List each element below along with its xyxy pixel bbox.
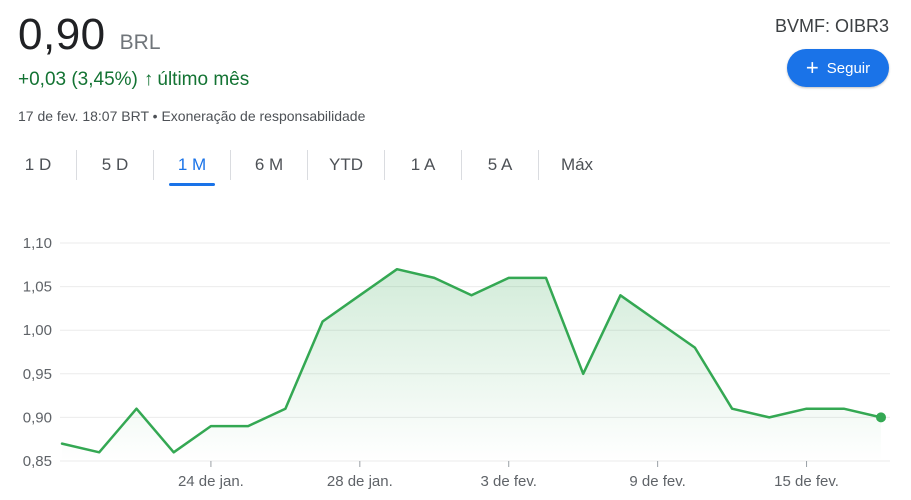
tab-1m[interactable]: 1 M: [154, 146, 230, 184]
y-tick-label: 1,00: [23, 322, 52, 339]
price-area-fill: [62, 269, 881, 461]
x-axis-labels: 24 de jan. 28 de jan. 3 de fev. 9 de fev. 15…: [178, 461, 839, 490]
tab-6m[interactable]: 6 M: [231, 146, 307, 184]
plus-icon: +: [805, 55, 819, 80]
x-tick-label: 3 de fev.: [481, 473, 537, 490]
change-value: +0,03 (3,45%): [18, 69, 138, 90]
y-tick-label: 0,90: [23, 409, 52, 426]
y-tick-label: 1,05: [23, 279, 52, 296]
current-price: 0,90: [18, 10, 106, 59]
follow-button[interactable]: + Seguir: [787, 49, 889, 87]
currency-label: BRL: [119, 31, 161, 54]
range-tabs: 1 D 5 D 1 M 6 M YTD 1 A 5 A Máx: [0, 146, 615, 186]
x-tick-label: 9 de fev.: [629, 473, 685, 490]
tab-1a[interactable]: 1 A: [385, 146, 461, 184]
y-tick-label: 1,10: [23, 235, 52, 252]
tab-ytd[interactable]: YTD: [308, 146, 384, 184]
follow-label: Seguir: [826, 59, 871, 77]
x-tick-label: 24 de jan.: [178, 473, 244, 490]
tab-5a[interactable]: 5 A: [462, 146, 538, 184]
y-axis-labels: 0,85 0,90 0,95 1,00 1,05 1,10: [23, 235, 52, 470]
tab-1d[interactable]: 1 D: [0, 146, 76, 184]
y-tick-label: 0,95: [23, 366, 52, 383]
tab-5d[interactable]: 5 D: [77, 146, 153, 184]
last-price-marker: [876, 412, 886, 423]
change-period: último mês: [157, 69, 250, 90]
arrow-up-icon: ↑: [143, 69, 154, 90]
price-row: 0,90 BRL: [18, 10, 161, 60]
timestamp-disclaimer: 17 de fev. 18:07 BRT • Exoneração de res…: [18, 108, 366, 124]
price-change: +0,03 (3,45%) ↑ último mês: [18, 69, 249, 91]
x-tick-label: 15 de fev.: [774, 473, 839, 490]
y-tick-label: 0,85: [23, 453, 52, 470]
tab-max[interactable]: Máx: [539, 146, 615, 184]
ticker-symbol: BVMF: OIBR3: [774, 16, 889, 36]
x-tick-label: 28 de jan.: [327, 473, 393, 490]
price-chart[interactable]: 0,85 0,90 0,95 1,00 1,05 1,10 24 de jan. 28 de…: [0, 220, 911, 500]
